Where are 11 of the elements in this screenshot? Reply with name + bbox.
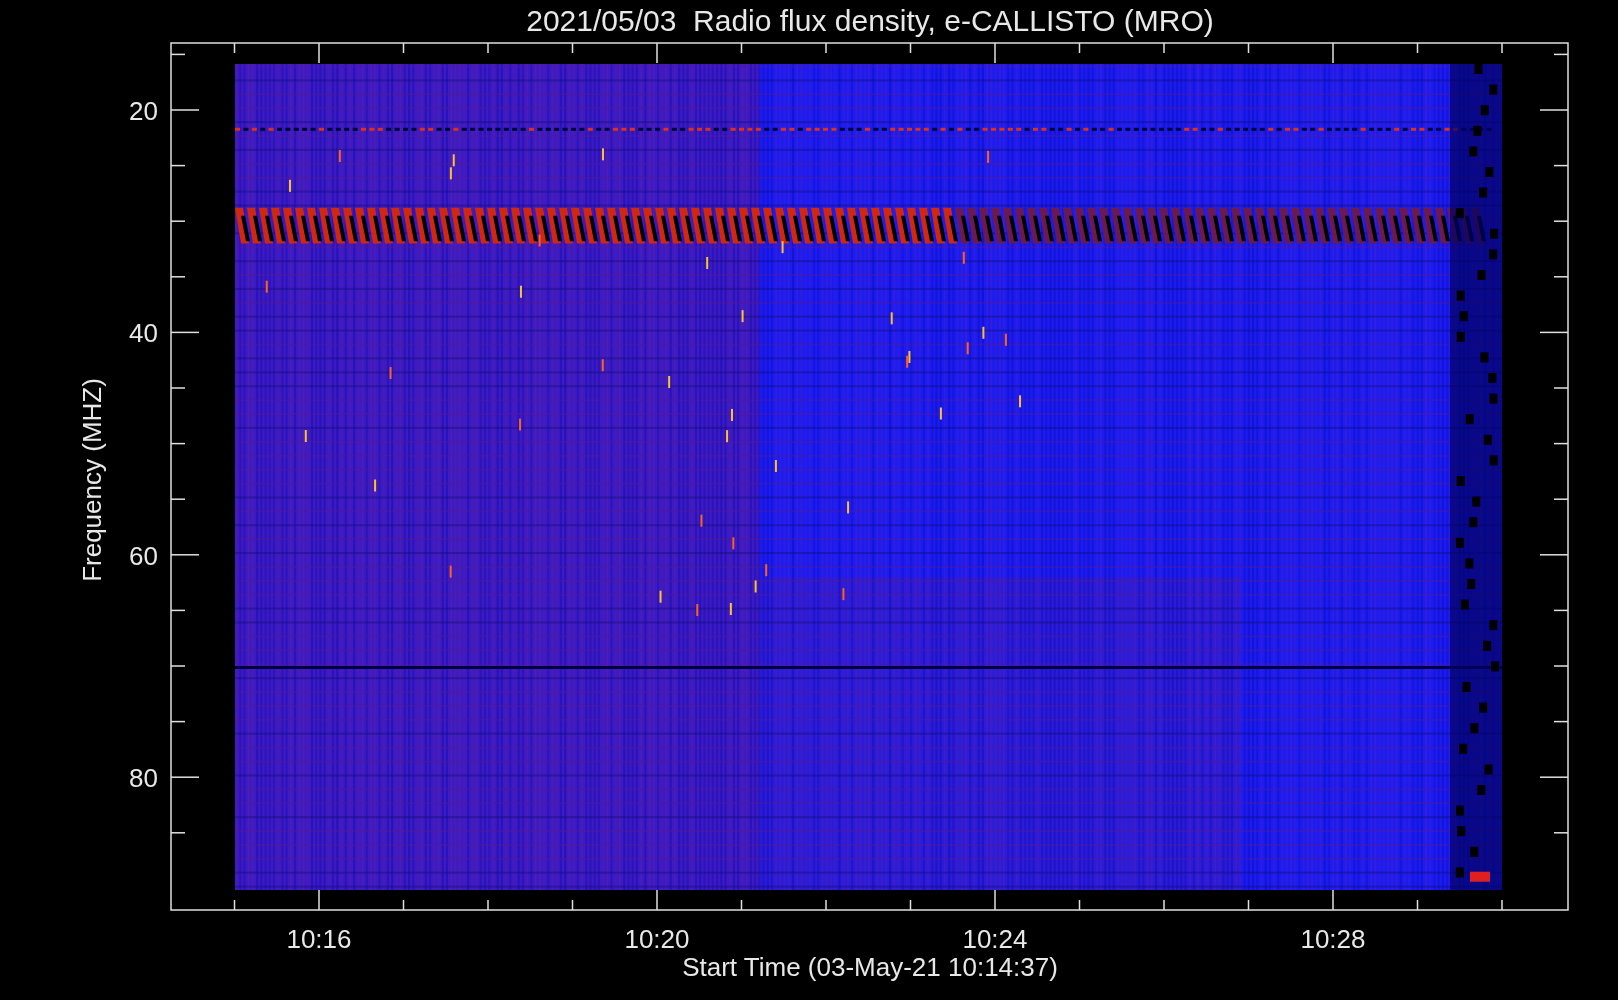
axis-label: Frequency (MHZ) [77, 378, 107, 582]
axis-label: Start Time (03-May-21 10:14:37) [682, 952, 1058, 982]
tick-label: 10:24 [962, 924, 1028, 954]
chart-title: 2021/05/03 Radio flux density, e-CALLISTO (MRO) [526, 4, 1214, 37]
tick-label: 10:16 [286, 924, 352, 954]
tick-label: 10:28 [1300, 924, 1366, 954]
tick-label: 40 [129, 318, 158, 349]
tick-label: 60 [129, 540, 158, 571]
tick-label: 20 [129, 96, 158, 126]
tick-label: 80 [129, 763, 158, 794]
tick-label: 10:20 [624, 924, 690, 954]
